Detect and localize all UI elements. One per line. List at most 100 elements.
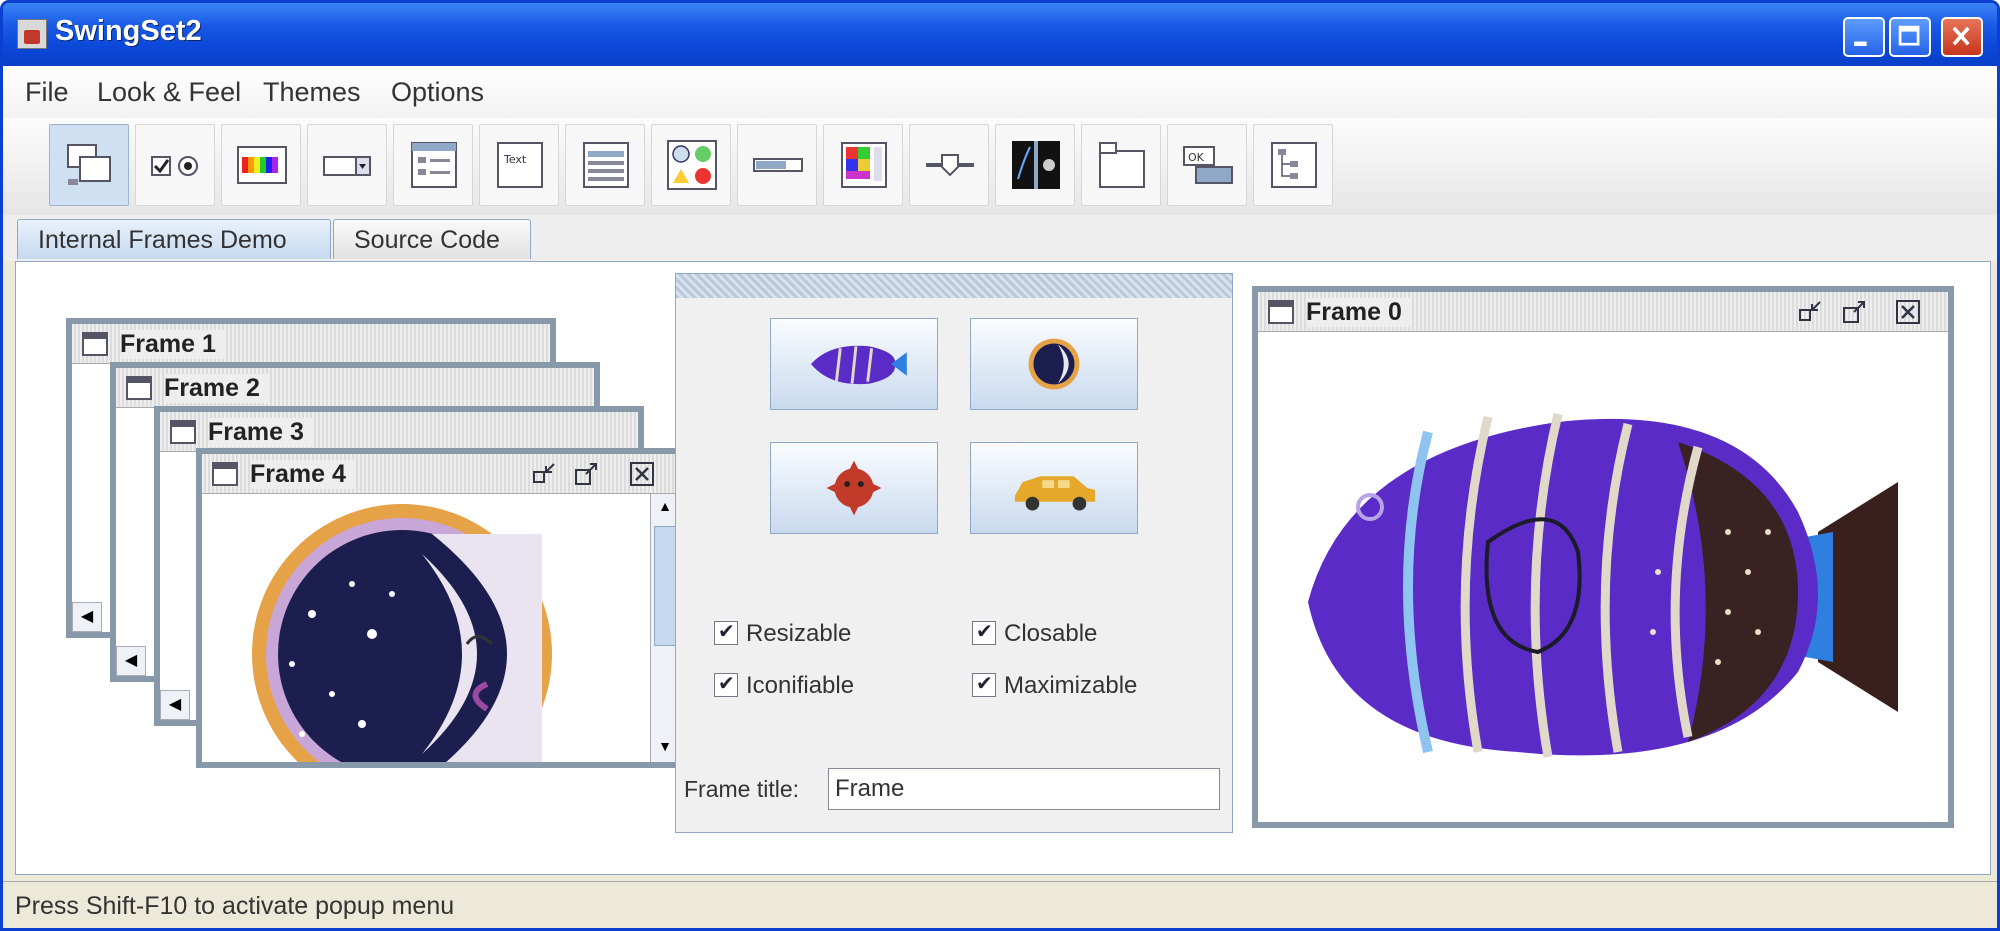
checkbox-demo-button[interactable] [135,124,215,206]
frame-title: Frame 0 [1306,298,1412,327]
frame-title-input[interactable] [828,768,1220,810]
demo-toolbar: Text OK [3,118,1997,218]
html-demo-button[interactable]: Text [479,124,559,206]
frame-title: Frame 3 [208,418,314,447]
close-icon [1952,26,1970,46]
tree-demo-icon [1271,142,1317,188]
file-chooser-demo-button[interactable] [393,124,473,206]
frame-title-bar[interactable]: Frame 2 [116,368,594,408]
maximize-frame-icon[interactable] [574,462,598,486]
checkbox-checked-icon [714,619,738,645]
frame-title-bar[interactable]: Frame 1 [72,324,550,364]
frame-icon [212,462,238,486]
frame-controls-panel: Resizable Closable Iconifiable Maximizab… [675,273,1233,833]
window-title: SwingSet2 [55,15,202,47]
slider-demo-button[interactable] [909,124,989,206]
list-demo-button[interactable] [565,124,645,206]
frame-title-bar[interactable]: Frame 3 [160,412,638,452]
checkbox-checked-icon [972,619,996,645]
panel-grip[interactable] [676,274,1232,298]
menu-themes[interactable]: Themes [263,77,361,108]
file-chooser-demo-icon [411,142,457,188]
internal-frame-0[interactable]: Frame 0 [1252,286,1954,828]
maximizable-checkbox[interactable]: Maximizable [972,671,1137,700]
fish-icon [810,345,907,385]
table-demo-icon: OK [1183,146,1233,184]
internal-frame-4[interactable]: Frame 4 ▲ ▼ [196,448,686,768]
maximize-icon [1898,25,1920,46]
frame-icon [170,420,196,444]
menu-look-and-feel[interactable]: Look & Feel [97,77,241,108]
resizable-checkbox[interactable]: Resizable [714,619,851,648]
iconify-icon[interactable] [1798,300,1822,324]
internal-frames-demo-icon [67,144,111,185]
frame-title: Frame 4 [250,460,356,489]
slider-demo-icon [926,154,974,177]
html-demo-icon: Text [497,142,543,188]
tab-source-code[interactable]: Source Code [333,219,531,259]
iconifiable-checkbox[interactable]: Iconifiable [714,671,854,700]
frame-icon [126,376,152,400]
checkbox-checked-icon [972,671,996,697]
moon-image [252,504,552,762]
color-chooser-demo-button[interactable] [221,124,301,206]
internal-frames-demo-button[interactable] [49,124,129,206]
scroll-pane-demo-button[interactable] [823,124,903,206]
close-frame-icon[interactable] [1896,300,1920,324]
checkbox-radio-demo-icon [151,156,198,176]
tab-internal-frames-demo[interactable]: Internal Frames Demo [17,219,331,259]
create-cab-frame-button[interactable] [970,442,1138,534]
scroll-pane-demo-icon [841,142,887,188]
progress-bar-demo-icon [753,158,803,172]
moon-icon [1028,338,1080,390]
frame-title: Frame 1 [120,330,226,359]
status-bar: Press Shift-F10 to activate popup menu [3,881,1997,928]
frame-title: Frame 2 [164,374,270,403]
frame-title-bar[interactable]: Frame 0 [1258,292,1948,332]
option-pane-demo-button[interactable] [651,124,731,206]
iconify-icon[interactable] [532,462,556,486]
menu-options[interactable]: Options [391,77,484,108]
closable-checkbox[interactable]: Closable [972,619,1097,648]
list-demo-icon [583,142,629,188]
table-demo-button[interactable]: OK [1167,124,1247,206]
scroll-up-icon[interactable]: ▲ [655,498,675,518]
tabbed-pane-demo-icon [1099,142,1145,188]
tab-strip: Internal Frames Demo Source Code [3,215,1997,261]
option-pane-demo-icon [667,140,717,190]
color-chooser-demo-icon [237,146,287,184]
progress-bar-demo-button[interactable] [737,124,817,206]
close-frame-icon[interactable] [630,462,654,486]
scroll-left-button[interactable]: ◀ [72,602,102,632]
split-pane-demo-icon [1012,141,1060,189]
maximize-button[interactable] [1889,17,1931,57]
scroll-thumb[interactable] [654,526,676,646]
svg-text:OK: OK [1188,151,1205,164]
tabbed-pane-demo-button[interactable] [1081,124,1161,206]
fish-image [1308,412,1898,758]
java-app-icon [17,19,47,49]
frame-icon [1268,300,1294,324]
create-moon-frame-button[interactable] [970,318,1138,410]
scroll-left-button[interactable]: ◀ [160,690,190,720]
title-bar[interactable]: SwingSet2 [3,3,1997,66]
frame-icon [82,332,108,356]
checkbox-checked-icon [714,671,738,697]
combobox-demo-icon [323,156,371,176]
maximize-frame-icon[interactable] [1842,300,1866,324]
tree-demo-button[interactable] [1253,124,1333,206]
status-text: Press Shift-F10 to activate popup menu [15,892,455,920]
menu-file[interactable]: File [25,77,69,108]
svg-text:Text: Text [503,153,527,166]
minimize-button[interactable] [1843,17,1885,57]
frame-title-bar[interactable]: Frame 4 [202,454,680,494]
scroll-left-button[interactable]: ◀ [116,646,146,676]
create-fish-frame-button[interactable] [770,318,938,410]
create-sun-frame-button[interactable] [770,442,938,534]
taxi-cab-icon [1014,476,1096,511]
split-pane-demo-button[interactable] [995,124,1075,206]
scroll-down-icon[interactable]: ▼ [655,738,675,758]
minimize-icon [1854,41,1867,46]
combobox-demo-button[interactable] [307,124,387,206]
close-button[interactable] [1941,17,1983,57]
